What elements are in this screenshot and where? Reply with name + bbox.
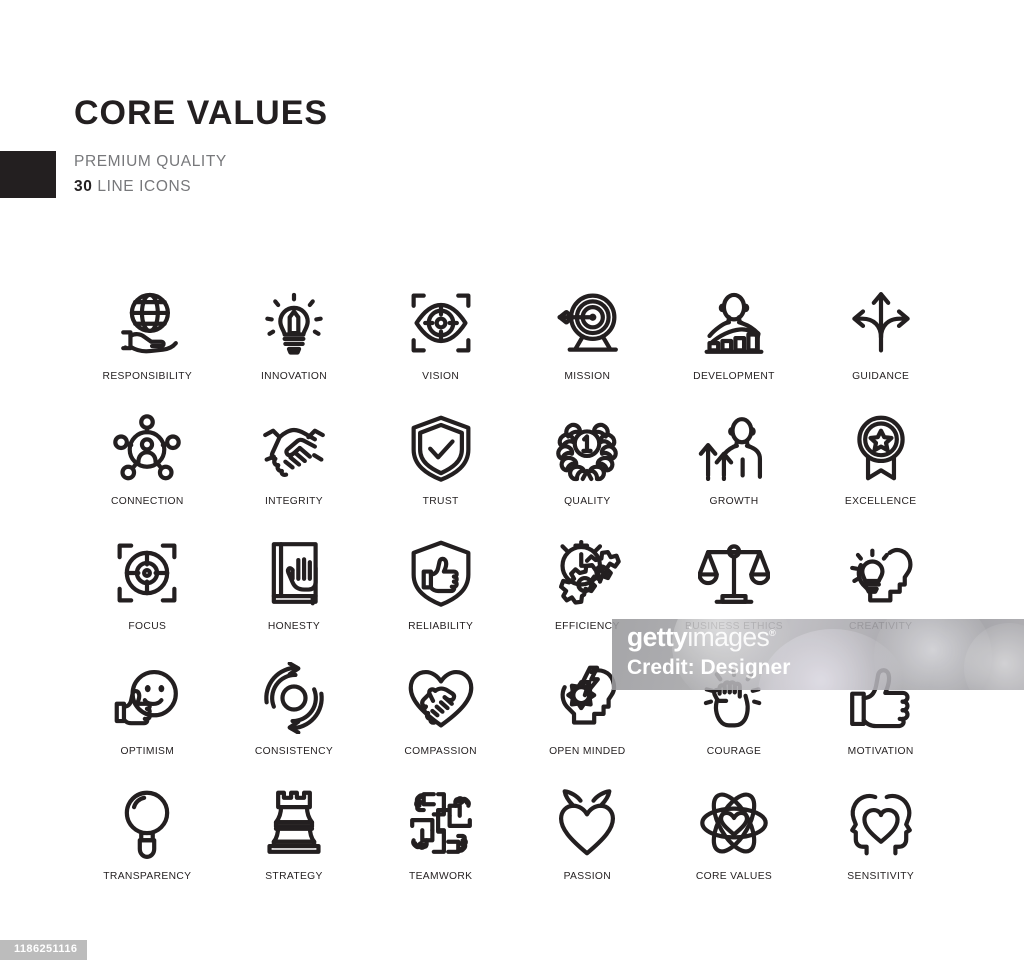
icon-cell-sensitivity[interactable]: SENSITIVITY <box>807 782 954 907</box>
icon-cell-focus[interactable]: FOCUS <box>74 532 221 657</box>
teamwork-icon <box>402 784 480 862</box>
icon-cell-vision[interactable]: VISION <box>367 282 514 407</box>
icon-cell-strategy[interactable]: STRATEGY <box>221 782 368 907</box>
watermark-credit: Credit: Designer <box>627 656 791 679</box>
business-ethics-icon <box>695 534 773 612</box>
vision-icon <box>402 284 480 362</box>
strategy-icon <box>255 784 333 862</box>
icon-cell-integrity[interactable]: INTEGRITY <box>221 407 368 532</box>
compassion-icon <box>402 659 480 737</box>
icon-label: PASSION <box>563 871 612 882</box>
icon-label: VISION <box>422 371 460 382</box>
honesty-icon <box>255 534 333 612</box>
icon-label: MISSION <box>564 371 611 382</box>
icon-label: RESPONSIBILITY <box>102 371 193 382</box>
icon-cell-transparency[interactable]: TRANSPARENCY <box>74 782 221 907</box>
icon-grid: RESPONSIBILITY INNOVATION VISION MISSION… <box>74 282 954 907</box>
icon-label: OPEN MINDED <box>549 746 626 757</box>
passion-icon <box>548 784 626 862</box>
excellence-icon <box>842 409 920 487</box>
icon-label: COMPASSION <box>404 746 477 757</box>
icon-label: INTEGRITY <box>264 496 324 507</box>
icon-cell-consistency[interactable]: CONSISTENCY <box>221 657 368 782</box>
development-icon <box>695 284 773 362</box>
icon-cell-guidance[interactable]: GUIDANCE <box>807 282 954 407</box>
core-values-icon <box>695 784 773 862</box>
header-subtitle: PREMIUM QUALITY <box>74 153 227 170</box>
integrity-icon <box>255 409 333 487</box>
icon-label: MOTIVATION <box>847 746 914 757</box>
efficiency-icon <box>548 534 626 612</box>
innovation-icon <box>255 284 333 362</box>
responsibility-icon <box>108 284 186 362</box>
icon-label: GUIDANCE <box>852 371 910 382</box>
icon-label: CONNECTION <box>110 496 184 507</box>
trust-icon <box>402 409 480 487</box>
watermark-logo-light: images <box>687 622 770 652</box>
focus-icon <box>108 534 186 612</box>
creativity-icon <box>842 534 920 612</box>
icon-cell-trust[interactable]: TRUST <box>367 407 514 532</box>
icon-label: TRUST <box>422 496 459 507</box>
icon-cell-quality[interactable]: QUALITY <box>514 407 661 532</box>
quality-icon <box>548 409 626 487</box>
icon-cell-core-values[interactable]: CORE VALUES <box>661 782 808 907</box>
icon-label: SENSITIVITY <box>847 871 915 882</box>
icon-label: DEVELOPMENT <box>693 371 775 382</box>
icon-label: TEAMWORK <box>408 871 473 882</box>
icon-label: STRATEGY <box>265 871 323 882</box>
optimism-icon <box>108 659 186 737</box>
icon-cell-optimism[interactable]: OPTIMISM <box>74 657 221 782</box>
icon-label: EFFICIENCY <box>554 621 620 632</box>
icon-cell-passion[interactable]: PASSION <box>514 782 661 907</box>
icon-label: CORE VALUES <box>695 871 773 882</box>
icon-cell-honesty[interactable]: HONESTY <box>221 532 368 657</box>
getty-images-logo: gettyimages® <box>627 622 776 652</box>
icon-count-number: 30 <box>74 178 93 195</box>
asset-id-badge: 1186251116 <box>0 940 88 960</box>
icon-cell-development[interactable]: DEVELOPMENT <box>661 282 808 407</box>
icon-label: HONESTY <box>267 621 321 632</box>
registered-mark-icon: ® <box>769 628 776 639</box>
reliability-icon <box>402 534 480 612</box>
icon-label: TRANSPARENCY <box>103 871 192 882</box>
getty-images-watermark: gettyimages® Credit: Designer <box>612 619 1024 690</box>
growth-icon <box>695 409 773 487</box>
transparency-icon <box>108 784 186 862</box>
icon-cell-excellence[interactable]: EXCELLENCE <box>807 407 954 532</box>
sensitivity-icon <box>842 784 920 862</box>
icon-label: GROWTH <box>709 496 759 507</box>
watermark-logo-bold: getty <box>627 622 688 652</box>
page-title: CORE VALUES <box>74 94 329 132</box>
icon-cell-responsibility[interactable]: RESPONSIBILITY <box>74 282 221 407</box>
icon-label: QUALITY <box>564 496 611 507</box>
icon-label: COURAGE <box>706 746 762 757</box>
icon-cell-connection[interactable]: CONNECTION <box>74 407 221 532</box>
icon-cell-reliability[interactable]: RELIABILITY <box>367 532 514 657</box>
header-count-line: 30 LINE ICONS <box>74 179 191 195</box>
icon-cell-innovation[interactable]: INNOVATION <box>221 282 368 407</box>
consistency-icon <box>255 659 333 737</box>
header-block: CORE VALUES PREMIUM QUALITY 30 LINE ICON… <box>0 88 1024 218</box>
icon-cell-teamwork[interactable]: TEAMWORK <box>367 782 514 907</box>
connection-icon <box>108 409 186 487</box>
icon-label: CONSISTENCY <box>254 746 334 757</box>
icon-label: OPTIMISM <box>120 746 175 757</box>
icon-cell-compassion[interactable]: COMPASSION <box>367 657 514 782</box>
icon-cell-growth[interactable]: GROWTH <box>661 407 808 532</box>
accent-block <box>0 151 56 198</box>
icon-label: FOCUS <box>128 621 167 632</box>
icon-cell-mission[interactable]: MISSION <box>514 282 661 407</box>
icon-count-suffix: LINE ICONS <box>92 178 192 195</box>
guidance-icon <box>842 284 920 362</box>
icon-label: EXCELLENCE <box>844 496 917 507</box>
icon-label: RELIABILITY <box>408 621 474 632</box>
mission-icon <box>548 284 626 362</box>
icon-label: INNOVATION <box>260 371 328 382</box>
